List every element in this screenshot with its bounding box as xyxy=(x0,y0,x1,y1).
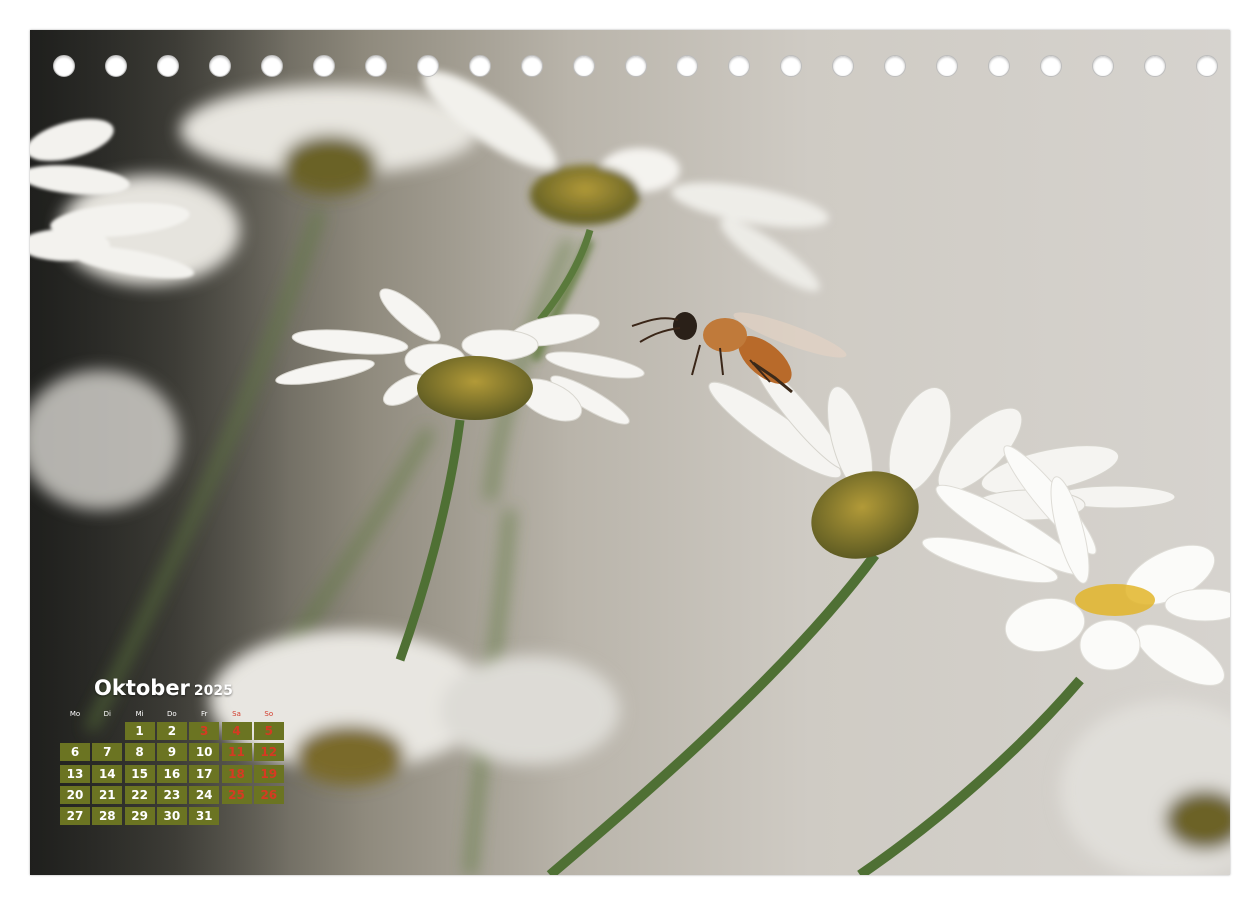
calendar-day: 26 xyxy=(253,785,284,804)
calendar-day: 15 xyxy=(124,764,155,783)
weekday-label: So xyxy=(264,710,274,718)
binding-hole xyxy=(728,55,751,77)
binding-hole xyxy=(312,55,335,77)
binding-hole xyxy=(208,55,231,77)
binding-hole xyxy=(1040,55,1063,77)
binding-hole xyxy=(468,55,491,77)
calendar-day: 14 xyxy=(92,764,123,783)
calendar-day: 1 xyxy=(124,722,155,740)
binding-hole xyxy=(1144,55,1167,77)
weekday-label: Do xyxy=(167,710,177,718)
binding-hole xyxy=(520,55,543,77)
calendar-day: 16 xyxy=(156,764,187,783)
calendar-day: 17 xyxy=(189,764,220,783)
binding-hole xyxy=(416,55,439,77)
weekday-label: Mo xyxy=(69,710,81,718)
calendar-day: 11 xyxy=(221,743,252,762)
weekday-label: Mi xyxy=(135,710,144,718)
calendar-day: 2 xyxy=(156,722,187,740)
weekday-label: Di xyxy=(103,710,111,718)
calendar-day: 9 xyxy=(156,743,187,762)
calendar-day: 12 xyxy=(253,743,284,762)
calendar-day: 24 xyxy=(189,785,220,804)
calendar-day: 20 xyxy=(60,785,90,804)
binding-hole xyxy=(676,55,699,77)
binding-hole xyxy=(572,55,595,77)
binding-hole xyxy=(364,55,387,77)
calendar-day: 3 xyxy=(189,722,220,740)
daisy-flower-icon xyxy=(275,288,645,425)
calendar-day: 29 xyxy=(124,807,155,826)
binding-hole xyxy=(780,55,803,77)
calendar-day: 31 xyxy=(189,807,220,826)
calendar-page: Oktober 2025 Mo Di Mi Do Fr Sa So 1 2 3 4 5 6 7 8 9 10 11… xyxy=(30,30,1230,875)
binding-hole xyxy=(1196,55,1218,77)
calendar-day: 25 xyxy=(221,785,252,804)
calendar-day: 30 xyxy=(156,807,187,826)
weekday-label: Sa xyxy=(232,710,241,718)
binding-hole xyxy=(936,55,959,77)
binding-hole xyxy=(156,55,179,77)
calendar-day: 22 xyxy=(124,785,155,804)
binding-hole xyxy=(104,55,127,77)
calendar-day: 27 xyxy=(60,807,90,826)
daisy-flower-icon xyxy=(423,70,829,362)
calendar-day: 13 xyxy=(60,764,90,783)
binding-hole xyxy=(1092,55,1115,77)
binding-hole xyxy=(832,55,855,77)
calendar-day: 7 xyxy=(92,743,123,762)
calendar-day: 18 xyxy=(221,764,252,783)
calendar-title: Oktober 2025 xyxy=(94,676,233,700)
binding-hole xyxy=(884,55,907,77)
calendar-day: 5 xyxy=(253,722,284,740)
calendar-day: 23 xyxy=(156,785,187,804)
calendar-day: 21 xyxy=(92,785,123,804)
calendar-day: 8 xyxy=(124,743,155,762)
binding-hole xyxy=(53,55,75,77)
binding-hole xyxy=(260,55,283,77)
binding-hole xyxy=(624,55,647,77)
bee-icon xyxy=(631,312,847,394)
calendar-day: 4 xyxy=(221,722,252,740)
calendar-day: 10 xyxy=(189,743,220,762)
calendar-day: 28 xyxy=(92,807,123,826)
spiral-binding-holes xyxy=(30,55,1230,79)
calendar-day: 19 xyxy=(253,764,284,783)
binding-hole xyxy=(988,55,1011,77)
month-name: Oktober xyxy=(94,676,190,700)
weekday-label: Fr xyxy=(200,710,208,718)
calendar-day: 6 xyxy=(60,743,90,762)
year-label: 2025 xyxy=(193,683,233,699)
